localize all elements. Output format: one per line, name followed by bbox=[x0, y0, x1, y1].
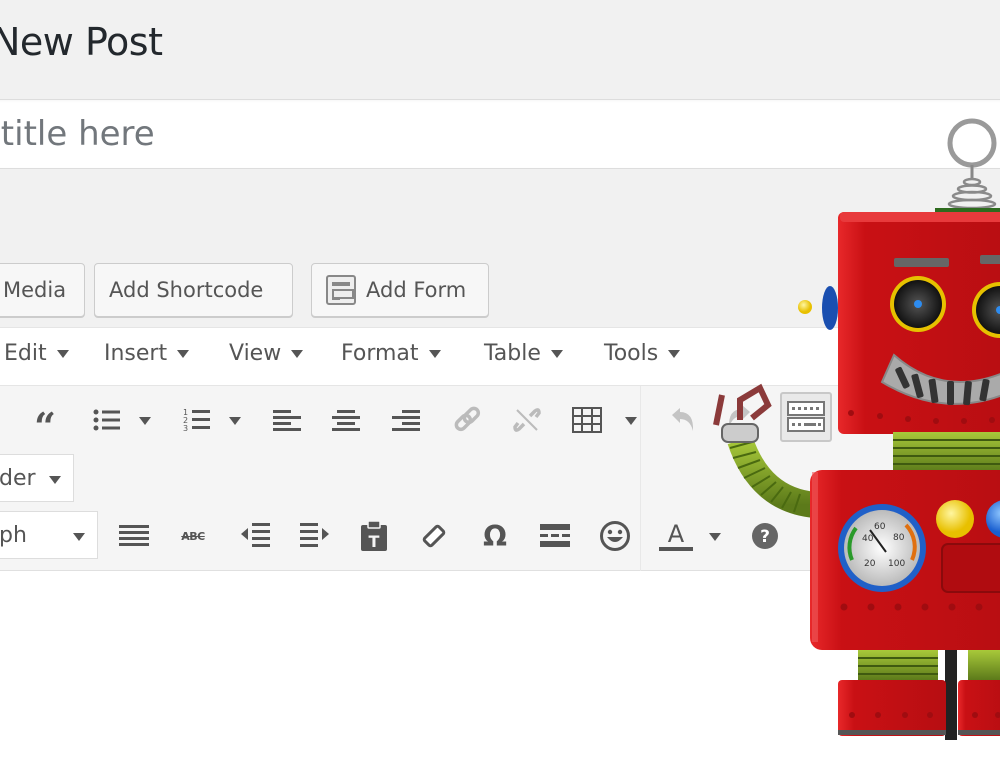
format-select[interactable]: ph bbox=[0, 511, 98, 559]
redo-button[interactable] bbox=[722, 400, 756, 434]
align-right-icon bbox=[392, 410, 420, 431]
editor: Edit Insert View Format Table Tools “ 1 … bbox=[0, 327, 1000, 571]
title-field-wrapper bbox=[0, 99, 1000, 169]
horizontal-line-button[interactable] bbox=[538, 519, 572, 553]
align-center-icon bbox=[332, 410, 360, 431]
svg-text:T: T bbox=[369, 532, 380, 551]
chevron-down-icon bbox=[49, 476, 61, 484]
bullet-list-button[interactable] bbox=[90, 403, 124, 437]
help-button[interactable]: ? bbox=[748, 519, 782, 553]
menu-view[interactable]: View bbox=[229, 341, 304, 366]
bullet-list-dropdown[interactable] bbox=[139, 417, 151, 425]
text-color-icon: A bbox=[659, 520, 693, 551]
align-justify-icon bbox=[119, 525, 149, 546]
align-left-icon bbox=[273, 410, 301, 431]
font-family-select-value: der bbox=[0, 465, 36, 491]
post-title-input[interactable] bbox=[0, 108, 976, 160]
eraser-icon bbox=[422, 524, 446, 548]
chevron-down-icon bbox=[291, 349, 304, 358]
menu-view-label: View bbox=[229, 341, 282, 366]
text-color-button[interactable]: A bbox=[659, 519, 693, 553]
svg-text:?: ? bbox=[760, 527, 770, 547]
chevron-down-icon bbox=[550, 349, 563, 358]
chevron-down-icon bbox=[668, 349, 681, 358]
font-family-select[interactable]: der bbox=[0, 454, 74, 502]
toolbar-toggle-button[interactable] bbox=[780, 392, 832, 442]
unlink-icon bbox=[513, 408, 541, 432]
numbered-list-dropdown[interactable] bbox=[229, 417, 241, 425]
numbered-list-button[interactable]: 1 2 3 bbox=[180, 403, 214, 437]
align-left-button[interactable] bbox=[270, 403, 304, 437]
help-icon: ? bbox=[752, 523, 778, 549]
strikethrough-button[interactable]: ABC bbox=[176, 519, 210, 553]
smiley-icon bbox=[600, 521, 630, 551]
chevron-down-icon bbox=[428, 349, 441, 358]
justify-button[interactable] bbox=[117, 519, 151, 553]
kitchen-sink-icon bbox=[787, 401, 825, 432]
horizontal-line-icon bbox=[540, 524, 570, 547]
table-icon bbox=[572, 407, 602, 433]
menu-format[interactable]: Format bbox=[341, 341, 441, 366]
svg-text:A: A bbox=[668, 520, 685, 548]
link-icon bbox=[454, 406, 481, 432]
menu-table-label: Table bbox=[484, 341, 541, 366]
add-shortcode-label: Add Shortcode bbox=[109, 278, 264, 302]
chevron-down-icon bbox=[73, 533, 85, 541]
numbered-list-icon: 1 2 3 bbox=[183, 408, 210, 433]
redo-icon bbox=[728, 405, 750, 428]
undo-icon bbox=[672, 408, 694, 431]
menu-insert[interactable]: Insert bbox=[104, 341, 190, 366]
menu-tools[interactable]: Tools bbox=[604, 341, 681, 366]
chevron-down-icon bbox=[56, 349, 69, 358]
omega-icon: Ω bbox=[483, 519, 507, 553]
text-color-dropdown[interactable] bbox=[709, 533, 721, 541]
remove-link-button[interactable] bbox=[510, 403, 544, 437]
outdent-button[interactable] bbox=[238, 519, 272, 553]
indent-icon bbox=[300, 523, 329, 547]
form-icon bbox=[326, 275, 356, 305]
bullet-list-icon bbox=[93, 409, 120, 431]
paste-text-icon: T bbox=[361, 520, 387, 551]
special-character-button[interactable]: Ω bbox=[478, 519, 512, 553]
outdent-icon bbox=[241, 523, 270, 547]
indent-button[interactable] bbox=[298, 519, 332, 553]
editor-menubar: Edit Insert View Format Table Tools bbox=[0, 328, 1000, 386]
table-dropdown[interactable] bbox=[625, 417, 637, 425]
menu-edit-label: Edit bbox=[4, 341, 47, 366]
chevron-down-icon bbox=[177, 349, 190, 358]
format-select-value: ph bbox=[0, 522, 27, 548]
strikethrough-icon: ABC bbox=[181, 529, 205, 543]
menu-table[interactable]: Table bbox=[484, 341, 563, 366]
table-button[interactable] bbox=[570, 403, 604, 437]
editor-toolbar: “ 1 2 3 der ph ABC T Ω A ? bbox=[0, 386, 1000, 571]
blockquote-button[interactable]: “ bbox=[28, 403, 62, 446]
editor-content-area[interactable] bbox=[0, 571, 1000, 766]
align-center-button[interactable] bbox=[329, 403, 363, 437]
paste-as-text-button[interactable]: T bbox=[357, 519, 391, 553]
toolbar-divider bbox=[640, 386, 641, 571]
add-form-label: Add Form bbox=[366, 278, 467, 302]
menu-insert-label: Insert bbox=[104, 341, 168, 366]
blockquote-icon: “ bbox=[34, 404, 56, 449]
menu-edit[interactable]: Edit bbox=[4, 341, 69, 366]
add-media-button[interactable]: Media bbox=[0, 263, 85, 317]
menu-tools-label: Tools bbox=[604, 341, 659, 366]
undo-button[interactable] bbox=[666, 403, 700, 437]
page-title: New Post bbox=[0, 20, 163, 64]
add-media-label: Media bbox=[3, 278, 67, 302]
menu-format-label: Format bbox=[341, 341, 419, 366]
insert-link-button[interactable] bbox=[450, 403, 484, 437]
add-form-button[interactable]: Add Form bbox=[311, 263, 489, 317]
svg-text:3: 3 bbox=[183, 424, 188, 433]
clear-formatting-button[interactable] bbox=[416, 519, 450, 553]
add-shortcode-button[interactable]: Add Shortcode bbox=[94, 263, 293, 317]
emoticons-button[interactable] bbox=[598, 519, 632, 553]
align-right-button[interactable] bbox=[389, 403, 423, 437]
